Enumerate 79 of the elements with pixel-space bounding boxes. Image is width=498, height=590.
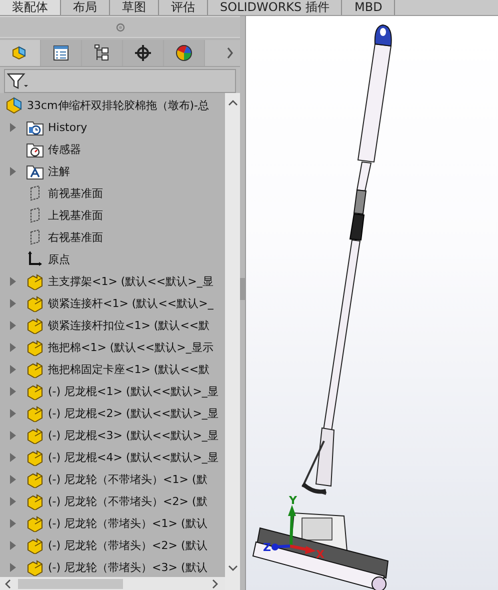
axis-triad-icon [272, 505, 316, 554]
tree-item[interactable]: 33cm伸缩杆双排轮胶棉拖（墩布)-总 [27, 98, 210, 112]
axis-label: X [316, 548, 324, 561]
splitter-handle[interactable] [240, 278, 245, 300]
expand-arrow-icon[interactable] [10, 474, 16, 484]
panel-tab[interactable] [164, 40, 205, 66]
filter-field[interactable] [4, 69, 236, 93]
scroll-right-icon[interactable] [211, 578, 219, 588]
expand-arrow-icon[interactable] [10, 408, 16, 418]
part-icon [26, 426, 44, 444]
part-icon [26, 448, 44, 466]
assembly-icon [5, 96, 23, 114]
tree-item[interactable]: (-) 尼龙轮（带堵头）<3> (默认 [48, 560, 208, 574]
color-ball-icon [175, 44, 193, 62]
part-icon [26, 536, 44, 554]
part-icon [26, 514, 44, 532]
part-icon [26, 294, 44, 312]
tree-item[interactable]: 传感器 [48, 142, 81, 156]
expand-arrow-icon[interactable] [10, 540, 16, 550]
tree-item[interactable]: (-) 尼龙轮（带堵头）<2> (默认 [48, 538, 208, 552]
expand-arrow-icon[interactable] [10, 342, 16, 352]
part-icon [26, 404, 44, 422]
axis-label: Y [289, 494, 297, 507]
origin-axes-icon [26, 250, 44, 268]
crosshair-icon [134, 44, 152, 62]
part-icon [26, 382, 44, 400]
filter-icon[interactable] [7, 72, 29, 90]
part-icon [26, 338, 44, 356]
tree-item[interactable]: (-) 尼龙棍<2> (默认<<默认>_显 [48, 406, 218, 420]
part-icon [26, 272, 44, 290]
tree-item[interactable]: 拖把棉固定卡座<1> (默认<<默 [48, 362, 210, 376]
tree-item[interactable]: 上视基准面 [48, 208, 103, 222]
expand-arrow-icon[interactable] [10, 518, 16, 528]
scroll-up-icon[interactable] [228, 99, 238, 107]
tree-item[interactable]: 主支撑架<1> (默认<<默认>_显 [48, 274, 214, 288]
part-icon [26, 360, 44, 378]
part-icon [26, 492, 44, 510]
scroll-thumb[interactable] [18, 578, 123, 588]
tree-item[interactable]: 锁紧连接杆扣位<1> (默认<<默 [48, 318, 210, 332]
expand-arrow-icon[interactable] [10, 122, 16, 132]
expand-arrow-icon[interactable] [10, 430, 16, 440]
tree-item[interactable]: 前视基准面 [48, 186, 103, 200]
tree-item[interactable]: (-) 尼龙轮（不带堵头）<2> (默 [48, 494, 208, 508]
expand-arrow-icon[interactable] [10, 562, 16, 572]
tree-item[interactable]: (-) 尼龙棍<3> (默认<<默认>_显 [48, 428, 218, 442]
expand-arrow-icon[interactable] [10, 298, 16, 308]
expand-arrow-icon[interactable] [10, 452, 16, 462]
vertical-scrollbar[interactable] [225, 93, 240, 590]
part-icon [26, 470, 44, 488]
tree-item[interactable]: (-) 尼龙轮（带堵头）<1> (默认 [48, 516, 208, 530]
scroll-down-icon[interactable] [228, 564, 238, 572]
tree-item[interactable]: (-) 尼龙棍<4> (默认<<默认>_显 [48, 450, 218, 464]
panel-tab[interactable] [123, 40, 164, 66]
part-icon [26, 316, 44, 334]
tree-item[interactable]: History [48, 120, 88, 134]
tree-item[interactable]: 锁紧连接杆<1> (默认<<默认>_ [48, 296, 214, 310]
list-icon [52, 44, 70, 62]
scroll-left-icon[interactable] [4, 578, 12, 588]
axis-label: Z [263, 541, 271, 554]
ribbon-tab[interactable]: 装配体 [0, 0, 61, 15]
part-icon [26, 558, 44, 576]
panel-tab[interactable] [82, 40, 123, 66]
expand-arrow-icon[interactable] [10, 320, 16, 330]
horizontal-scrollbar[interactable] [0, 577, 225, 590]
panel-tab[interactable] [41, 40, 82, 66]
chevron-right-icon[interactable] [226, 47, 234, 59]
tree-structure-icon [93, 44, 111, 62]
tree-item[interactable]: 右视基准面 [48, 230, 103, 244]
expand-arrow-icon[interactable] [10, 496, 16, 506]
expand-arrow-icon[interactable] [10, 386, 16, 396]
expand-arrow-icon[interactable] [10, 166, 16, 176]
tree-item[interactable]: 原点 [48, 252, 70, 266]
grip-icon[interactable] [116, 22, 124, 32]
tree-item[interactable]: (-) 尼龙棍<1> (默认<<默认>_显 [48, 384, 218, 398]
expand-arrow-icon[interactable] [10, 364, 16, 374]
expand-arrow-icon[interactable] [10, 276, 16, 286]
tree-item[interactable]: 拖把棉<1> (默认<<默认>_显示 [48, 340, 214, 354]
tree-item[interactable]: 注解 [48, 164, 70, 178]
tree-item[interactable]: (-) 尼龙轮（不带堵头）<1> (默 [48, 472, 208, 486]
